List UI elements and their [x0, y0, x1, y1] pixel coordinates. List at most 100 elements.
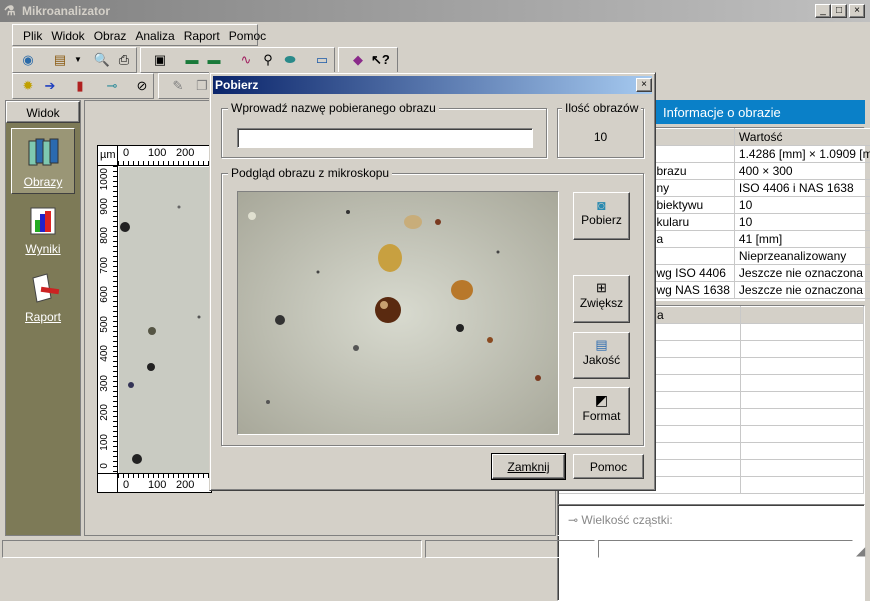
format-button[interactable]: ◩Format [573, 387, 630, 435]
ruler-tick: 800 [99, 227, 110, 244]
settings-gear-icon[interactable]: ✹ [19, 78, 37, 94]
open-folder-icon[interactable]: ▤ [51, 52, 69, 68]
result-cell [741, 324, 864, 341]
button-label: Zamknij [507, 460, 549, 474]
ruler-bottom: 0100200 [118, 473, 213, 493]
minimize-button[interactable]: _ [815, 4, 831, 18]
title-bar: ⚗ Mikroanalizator [0, 0, 870, 22]
result-cell [741, 443, 864, 460]
menu-plik[interactable]: Plik [23, 29, 42, 43]
info-value: Jeszcze nie oznaczona [734, 282, 870, 299]
button-label: Pobierz [581, 213, 622, 227]
ruler-tick: 0 [123, 147, 129, 159]
count-group-label: Ilość obrazów [562, 101, 641, 115]
database-icon[interactable]: ◉ [19, 52, 37, 68]
ruler-tick: 200 [99, 404, 110, 421]
menu-pomoc[interactable]: Pomoc [229, 29, 266, 43]
pobierz-dialog: Pobierz × Wprowadź nazwę pobieranego obr… [209, 72, 656, 491]
calibrate-icon[interactable]: ∿ [237, 52, 255, 68]
ruler-tick: 200 [176, 147, 194, 159]
results-chart-icon [25, 202, 61, 238]
info-value: 41 [mm] [734, 231, 870, 248]
print-preview-icon[interactable]: 🔍 [93, 52, 111, 68]
key-icon[interactable]: ⊸ [103, 78, 121, 94]
ruler-tick: 100 [148, 479, 166, 491]
help-button[interactable]: Pomoc [573, 454, 644, 479]
sidebar: Widok Obrazy Wyniki Raport [5, 100, 81, 536]
close-button[interactable]: × [849, 4, 865, 18]
zoom-button[interactable]: ⊞Zwiększ [573, 275, 630, 323]
dialog-title: Pobierz [215, 78, 258, 92]
edit-icon[interactable]: ✎ [169, 78, 187, 94]
ruler-tick: 900 [99, 198, 110, 215]
add-image-icon[interactable]: ▬ [183, 52, 201, 68]
chart-icon[interactable]: ▮ [71, 78, 89, 94]
export-icon[interactable]: ➔ [41, 78, 59, 94]
camera-icon[interactable]: ▣ [151, 52, 169, 68]
capture-button[interactable]: ◙Pobierz [573, 192, 630, 240]
microscope-preview [237, 191, 559, 435]
image-count: 10 [558, 130, 643, 144]
no-entry-icon[interactable]: ⊘ [133, 78, 151, 94]
preview-group-label: Podgląd obrazu z mikroskopu [228, 166, 392, 180]
status-pane [425, 540, 595, 558]
col-header-label: a [657, 308, 664, 322]
image-name-input[interactable] [237, 128, 533, 148]
sidebar-header: Widok [6, 101, 80, 123]
sidebar-item-label: Wyniki [25, 242, 60, 256]
col-header-value[interactable]: Wartość [734, 129, 870, 146]
remove-image-icon[interactable]: ▬ [205, 52, 223, 68]
monitor-icon[interactable]: ▭ [313, 52, 331, 68]
ruler-tick: 700 [99, 257, 110, 274]
sidebar-item-raport[interactable]: Raport [11, 264, 75, 330]
toolbar-help: ◆ ↖? [338, 47, 398, 73]
close-dialog-button[interactable]: Zamknij [492, 454, 565, 479]
preview-group: Podgląd obrazu z mikroskopu ◙Pobierz ⊞Zw… [221, 173, 644, 446]
toolbar-analysis: ✹ ➔ ▮ ⊸ ⊘ [12, 73, 154, 99]
sidebar-item-obrazy[interactable]: Obrazy [11, 128, 75, 194]
measure-icon[interactable]: ⬬ [281, 52, 299, 68]
sidebar-item-wyniki[interactable]: Wyniki [11, 196, 75, 262]
result-cell [741, 409, 864, 426]
ruler-tick: 200 [176, 479, 194, 491]
ruler-tick: 100 [99, 434, 110, 451]
toolbar-edit: ✎ ❐ [158, 73, 210, 99]
menu-bar: PlikWidokObrazAnalizaRaportPomoc [12, 24, 258, 46]
quality-button[interactable]: ▤Jakość [573, 332, 630, 379]
dialog-close-button[interactable]: × [636, 78, 652, 92]
info-value: 400 × 300 [734, 163, 870, 180]
resize-grip-icon[interactable]: ◢ [856, 544, 865, 558]
result-cell [741, 341, 864, 358]
help-book-icon[interactable]: ◆ [349, 52, 367, 68]
menu-analiza[interactable]: Analiza [135, 29, 174, 43]
images-icon [25, 135, 61, 171]
button-label: Format [582, 409, 620, 423]
quality-icon: ▤ [574, 337, 629, 353]
dropdown-arrow-icon[interactable]: ▼ [69, 52, 87, 68]
result-cell [741, 477, 864, 494]
app-title: Mikroanalizator [22, 4, 110, 18]
info-value: 10 [734, 197, 870, 214]
status-pane [2, 540, 422, 558]
key-icon: ⊸ [568, 513, 581, 527]
menu-obraz[interactable]: Obraz [94, 29, 127, 43]
context-help-icon[interactable]: ↖? [371, 52, 389, 68]
zoom-in-icon: ⊞ [574, 280, 629, 296]
ruler-tick: 0 [99, 463, 110, 469]
print-icon[interactable]: ⎙ [115, 52, 133, 68]
col-header[interactable] [741, 307, 864, 324]
sidebar-item-label: Raport [25, 310, 61, 324]
result-cell [741, 426, 864, 443]
menu-widok[interactable]: Widok [51, 29, 84, 43]
button-label: Zwiększ [580, 296, 623, 310]
result-cell [741, 460, 864, 477]
info-value: Jeszcze nie oznaczona [734, 265, 870, 282]
name-group-label: Wprowadź nazwę pobieranego obrazu [228, 101, 439, 115]
toolbar-file: ◉ ▤ ▼ 🔍 ⎙ [12, 47, 137, 73]
dialog-title-bar: Pobierz [213, 76, 652, 94]
microscope-icon[interactable]: ⚲ [259, 52, 277, 68]
menu-raport[interactable]: Raport [184, 29, 220, 43]
microscope-image [119, 167, 213, 473]
maximize-button[interactable]: □ [831, 4, 847, 18]
ruler-left: 10009008007006005004003002001000 [98, 166, 118, 473]
